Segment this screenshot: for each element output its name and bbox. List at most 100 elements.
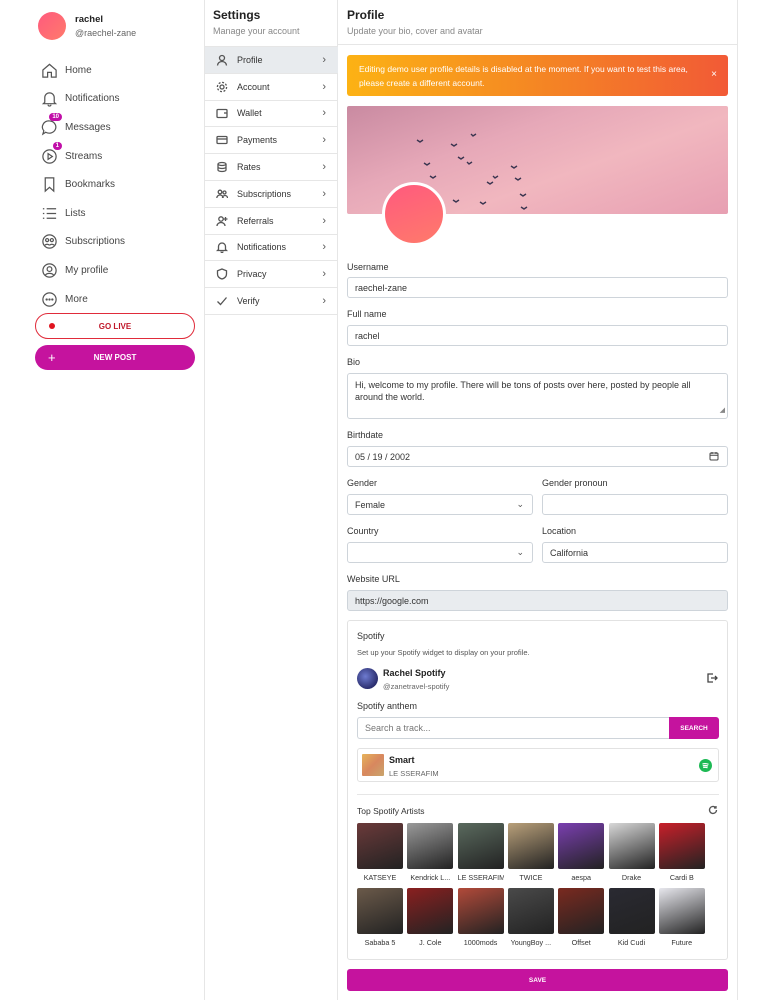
artist-tile[interactable]: Sababa 5 [357,888,403,947]
user-name: rachel [75,14,103,25]
settings-item-profile[interactable]: Profile › [205,47,338,74]
chevron-right-icon: › [322,295,326,308]
anthem-track[interactable]: Smart LE SSERAFIM [357,748,719,782]
artist-name: Future [671,938,693,947]
location-field[interactable]: California [542,542,728,563]
nav-item-more[interactable]: More [40,285,125,314]
new-post-button[interactable]: + NEW POST [35,345,195,370]
website-field[interactable]: https://google.com [347,590,728,611]
artist-tile[interactable]: aespa [558,823,605,882]
username-label: Username [347,262,389,272]
nav-item-notifications[interactable]: Notifications [40,85,125,114]
spotify-anthem-label: Spotify anthem [357,701,418,711]
top-artists-title: Top Spotify Artists [357,806,425,816]
track-search-input[interactable]: Search a track... [357,717,669,739]
artist-tile[interactable]: Drake [608,823,655,882]
settings-item-verify[interactable]: Verify › [205,288,338,315]
nav-item-streams[interactable]: 1 Streams [40,142,125,171]
nav-list: Home Notifications 10 Messages 1 Streams… [40,56,125,313]
settings-item-account[interactable]: Account › [205,74,338,101]
bell-icon [216,242,228,254]
artist-name: Drake [621,873,642,882]
chevron-down-icon: ⌄ [516,499,524,509]
wallet-icon [216,109,228,119]
avatar[interactable] [38,12,66,40]
chevron-right-icon: › [322,268,326,281]
artist-image [608,823,655,869]
right-gutter [739,0,784,1000]
calendar-icon[interactable] [709,451,719,463]
fullname-field[interactable]: rachel [347,325,728,346]
settings-list: Profile › Account › Wallet › Payments › … [205,46,338,315]
artist-name: KATSEYE [363,873,397,882]
streams-badge: 1 [52,142,62,151]
artist-tile[interactable]: LE SSERAFIM [457,823,504,882]
nav-item-bookmarks[interactable]: Bookmarks [40,170,125,199]
page-title: Profile [347,8,385,22]
artist-name: Kid Cudi [617,938,646,947]
artist-name: TWICE [519,873,543,882]
spotify-title: Spotify [357,631,385,641]
go-live-button[interactable]: GO LIVE [35,313,195,339]
new-post-label: NEW POST [93,353,137,362]
spotify-description: Set up your Spotify widget to display on… [357,648,530,657]
shield-icon [216,268,228,280]
artist-image [608,888,655,934]
settings-item-subscriptions[interactable]: Subscriptions › [205,181,338,208]
chevron-right-icon: › [322,134,326,147]
nav-label: My profile [65,264,109,276]
country-select[interactable]: ⌄ [347,542,533,563]
save-button[interactable]: SAVE [347,969,728,991]
pronoun-field[interactable] [542,494,728,515]
refresh-icon[interactable] [708,805,718,815]
fullname-label: Full name [347,309,387,319]
profile-avatar[interactable] [382,182,446,246]
country-label: Country [347,526,379,536]
artist-image [357,823,403,869]
resize-handle-icon[interactable]: ◢ [720,405,725,417]
chevron-right-icon: › [322,187,326,200]
artist-tile[interactable]: Future [658,888,705,947]
artist-tile[interactable]: KATSEYE [357,823,403,882]
username-value: raechel-zane [355,282,408,293]
nav-item-messages[interactable]: 10 Messages [40,113,125,142]
divider [338,44,738,45]
spotify-account-avatar [357,668,378,689]
artist-tile[interactable]: 1000mods [457,888,504,947]
nav-item-my-profile[interactable]: My profile [40,256,125,285]
settings-item-wallet[interactable]: Wallet › [205,101,338,128]
artist-tile[interactable]: TWICE [507,823,554,882]
username-field[interactable]: raechel-zane [347,277,728,298]
nav-item-lists[interactable]: Lists [40,199,125,228]
artist-tile[interactable]: Kid Cudi [608,888,655,947]
bell-icon [40,90,58,108]
artist-name: Offset [571,938,591,947]
nav-item-subscriptions[interactable]: Subscriptions [40,228,125,257]
bookmark-icon [40,176,58,194]
artist-tile[interactable]: Cardi B [658,823,705,882]
artist-image [457,823,504,869]
settings-item-notifications[interactable]: Notifications › [205,235,338,262]
track-artist: LE SSERAFIM [389,769,439,778]
close-icon[interactable]: × [711,68,717,82]
user-block[interactable]: rachel @raechel-zane [38,12,136,40]
artist-tile[interactable]: YoungBoy ... [507,888,554,947]
search-button[interactable]: SEARCH [669,717,719,739]
settings-item-rates[interactable]: Rates › [205,154,338,181]
artist-tile[interactable]: J. Cole [407,888,454,947]
artist-tile[interactable]: Offset [558,888,605,947]
settings-menu: Settings Manage your account Profile › A… [205,0,338,1000]
artist-image [457,888,504,934]
artist-name: Sababa 5 [364,938,396,947]
artist-image [658,888,705,934]
artist-tile[interactable]: Kendrick L... [407,823,454,882]
gender-value: Female [355,499,386,510]
settings-item-referrals[interactable]: Referrals › [205,208,338,235]
settings-item-privacy[interactable]: Privacy › [205,261,338,289]
gender-select[interactable]: Female ⌄ [347,494,533,515]
birthdate-field[interactable]: 05 / 19 / 2002 [347,446,728,467]
nav-item-home[interactable]: Home [40,56,125,85]
settings-item-payments[interactable]: Payments › [205,127,338,155]
logout-icon[interactable] [706,672,718,684]
bio-textarea[interactable]: Hi, welcome to my profile. There will be… [347,373,728,419]
